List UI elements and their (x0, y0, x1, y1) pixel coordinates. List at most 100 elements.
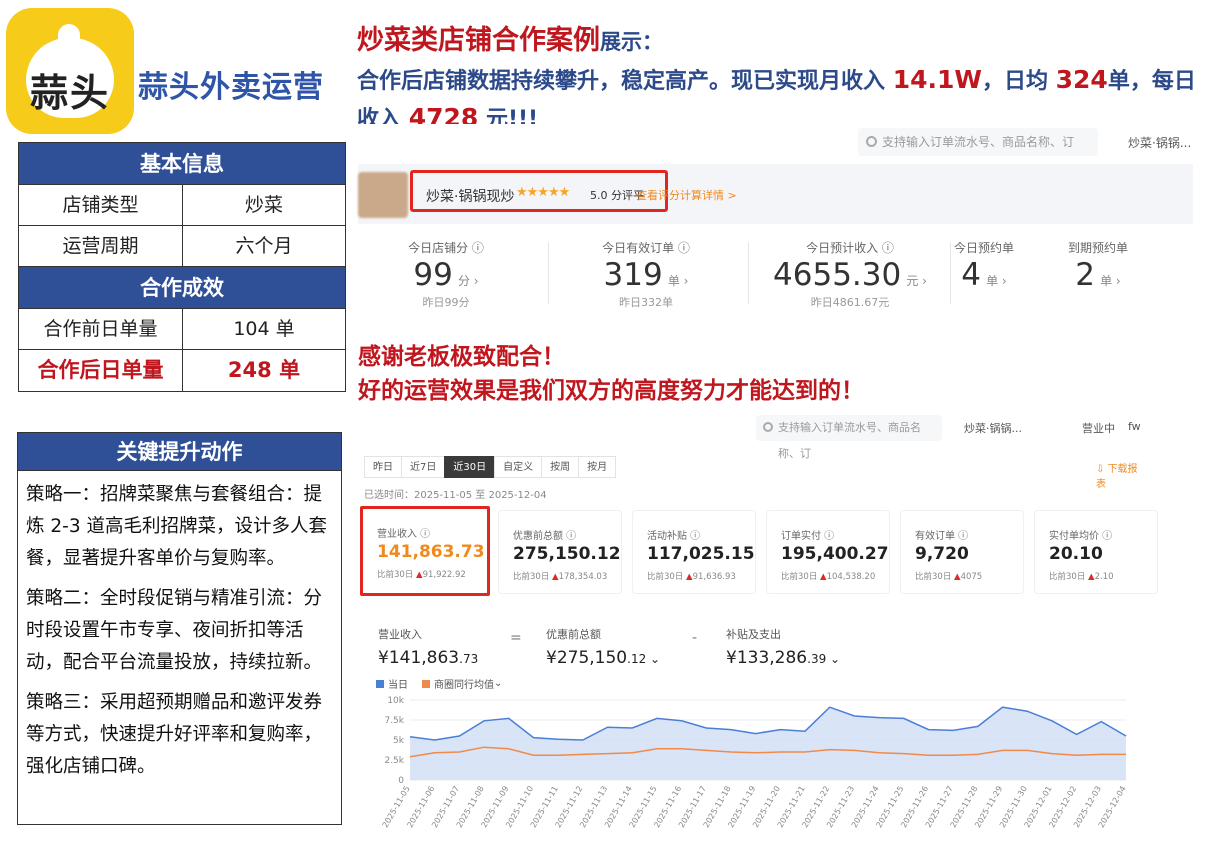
kpi-compare-label: 比前30日 (781, 572, 818, 582)
metric-expected-income[interactable]: 今日预计收入 ⓘ 4655.30 元 › 昨日4861.67元 (760, 239, 940, 310)
tab-30-days[interactable]: 近30日 (444, 456, 496, 478)
tab-custom[interactable]: 自定义 (494, 456, 543, 478)
metric-yesterday: 昨日4861.67元 (810, 296, 890, 309)
summary-mid1: ，日均 (981, 69, 1048, 94)
kpi-compare-value: 4075 (960, 572, 983, 582)
kpi-compare-label: 比前30日 (647, 572, 684, 582)
shop-switcher[interactable]: 炒菜·锅锅... (1128, 134, 1191, 151)
kpi-label: 实付单均价 ⓘ (1049, 531, 1113, 542)
headline-title-main: 炒菜类店铺合作案例 (357, 25, 600, 56)
status-dropdown[interactable]: 营业中 (1082, 420, 1115, 436)
metric-reservations[interactable]: 今日预约单 4 单 › (924, 239, 1044, 294)
flow-label: 营业收入 (378, 628, 422, 641)
row-label: 运营周期 (19, 226, 183, 266)
shop-switcher[interactable]: 炒菜·锅锅... (964, 420, 1022, 436)
tab-weekly[interactable]: 按周 (541, 456, 580, 478)
flow-label: 补贴及支出 (726, 628, 781, 641)
tab-yesterday[interactable]: 昨日 (364, 456, 402, 478)
tab-monthly[interactable]: 按月 (578, 456, 617, 478)
tab-7-days[interactable]: 近7日 (401, 456, 446, 478)
chart-legend[interactable]: 当日 商圈同行均值 ⌄ (376, 676, 502, 691)
brand-name: 蒜头外卖运营 (138, 70, 324, 105)
flow-value: ¥141,863.73 (378, 648, 478, 668)
kpi-card-subsidy[interactable]: 活动补贴 ⓘ 117,025.15 比前30日 ▲91,636.93 (632, 510, 756, 594)
metric-value: 2 (1075, 257, 1095, 293)
flow-value: ¥275,150.12 ⌄ (546, 648, 660, 668)
kpi-value: 9,720 (915, 544, 969, 564)
metric-unit: 单 › (986, 274, 1007, 288)
flow-label: 优惠前总额 (546, 628, 601, 641)
search-input[interactable]: 支持输入订单流水号、商品名称、订 (858, 128, 1098, 156)
table-row-highlight: 合作后日单量 248 单 (19, 350, 345, 391)
strategy-item: 策略三：采用超预期赠品和邀评发券等方式，快速提升好评率和复购率，强化店铺口碑。 (26, 692, 323, 777)
kpi-compare: 比前30日 ▲104,538.20 (781, 570, 889, 582)
metric-valid-orders[interactable]: 今日有效订单 ⓘ 319 单 › 昨日332单 (566, 239, 726, 310)
metric-store-score[interactable]: 今日店铺分 ⓘ 99 分 › 昨日99分 (366, 239, 526, 310)
star-rating-icon: ★★★★★ (516, 185, 570, 200)
kpi-compare-value: 178,354.03 (558, 572, 608, 582)
kpi-compare-value: 104,538.20 (826, 572, 876, 582)
headline-title-suffix: 展示： (600, 30, 663, 54)
search-input[interactable]: 支持输入订单流水号、商品名称、订 (756, 415, 942, 460)
selected-period: 已选时间：2025-11-05 至 2025-12-04 (364, 490, 547, 501)
metric-yesterday: 昨日332单 (619, 296, 673, 309)
logo-text: 蒜头 (29, 70, 110, 115)
flow-value: ¥133,286.39 ⌄ (726, 648, 840, 668)
metric-yesterday: 昨日99分 (422, 296, 470, 309)
kpi-compare-value: 91,636.93 (692, 572, 736, 582)
kpi-card-revenue[interactable]: 营业收入 ⓘ 141,863.73 比前30日 ▲91,922.92 (360, 506, 490, 596)
row-label: 合作后日单量 (19, 350, 183, 391)
score-detail-link[interactable]: 查看评分计算详情 > (636, 187, 737, 203)
user-menu[interactable]: fw (1128, 420, 1141, 433)
y-tick-label: 5k (393, 736, 405, 746)
kpi-card-valid-orders[interactable]: 有效订单 ⓘ 9,720 比前30日 ▲4075 (900, 510, 1024, 594)
metric-due-reservations[interactable]: 到期预约单 2 单 › (1038, 239, 1158, 294)
flow-revenue: 营业收入 ¥141,863.73 (378, 626, 478, 668)
download-report-button[interactable]: ⇩ 下载报表 (1096, 460, 1140, 490)
flow-value-main: ¥275,150 (546, 648, 628, 668)
kpi-compare: 比前30日 ▲4075 (915, 570, 1023, 582)
kpi-compare-value: 2.10 (1094, 572, 1114, 582)
minus-operator: - (692, 630, 698, 646)
metric-value: 99 (413, 257, 453, 293)
kpi-card-avg-price[interactable]: 实付单均价 ⓘ 20.10 比前30日 ▲2.10 (1034, 510, 1158, 594)
table-row: 运营周期 六个月 (19, 226, 345, 267)
income-trend-chart: 10k7.5k5k2.5k02025-11-052025-11-062025-1… (381, 696, 1128, 829)
kpi-value: 20.10 (1049, 544, 1103, 564)
basic-info-title: 基本信息 (19, 143, 345, 185)
kpi-label: 优惠前总额 ⓘ (513, 531, 577, 542)
flow-subsidy[interactable]: 补贴及支出 ¥133,286.39 ⌄ (726, 626, 840, 668)
metric-unit: 单 › (1100, 274, 1121, 288)
kpi-label: 活动补贴 ⓘ (647, 531, 701, 542)
metric-value: 4655.30 (773, 257, 902, 293)
thanks-line: 好的运营效果是我们双方的高度努力才能达到的！ (358, 378, 864, 404)
search-icon (866, 136, 877, 147)
kpi-value: 275,150.12 (513, 544, 621, 564)
kpi-card-paid[interactable]: 订单实付 ⓘ 195,400.27 比前30日 ▲104,538.20 (766, 510, 890, 594)
metric-label: 今日有效订单 ⓘ (602, 241, 690, 255)
strategy-item: 策略一：招牌菜聚焦与套餐组合：提炼 2-3 道高毛利招牌菜，设计多人套餐，显著提… (26, 484, 327, 569)
summary-daily-orders: 324 (1055, 65, 1108, 94)
flow-value-main: ¥133,286 (726, 648, 808, 668)
search-placeholder: 支持输入订单流水号、商品名称、订 (778, 421, 921, 460)
search-placeholder: 支持输入订单流水号、商品名称、订 (882, 135, 1075, 149)
shop-score-value: 5.0 分 (590, 189, 622, 202)
search-icon (763, 422, 773, 432)
chevron-down-icon: ⌄ (494, 678, 503, 689)
row-label: 店铺类型 (19, 185, 183, 225)
y-tick-label: 2.5k (384, 756, 404, 766)
flow-gross[interactable]: 优惠前总额 ¥275,150.12 ⌄ (546, 626, 660, 668)
kpi-compare: 比前30日 ▲178,354.03 (513, 570, 621, 582)
metric-value: 319 (603, 257, 663, 293)
divider (748, 242, 749, 304)
strategy-list: 策略一：招牌菜聚焦与套餐组合：提炼 2-3 道高毛利招牌菜，设计多人套餐，显著提… (18, 471, 341, 783)
thanks-message: 感谢老板极致配合！ 好的运营效果是我们双方的高度努力才能达到的！ (358, 340, 864, 408)
flow-value-decimals: .39 ⌄ (807, 652, 841, 666)
row-value: 248 单 (227, 358, 301, 382)
kpi-card-gross[interactable]: 优惠前总额 ⓘ 275,150.12 比前30日 ▲178,354.03 (498, 510, 622, 594)
y-tick-label: 10k (387, 696, 404, 706)
effect-title: 合作成效 (19, 267, 345, 309)
kpi-compare: 比前30日 ▲2.10 (1049, 570, 1157, 582)
key-actions-title: 关键提升动作 (18, 433, 341, 471)
y-tick-label: 7.5k (384, 716, 404, 726)
